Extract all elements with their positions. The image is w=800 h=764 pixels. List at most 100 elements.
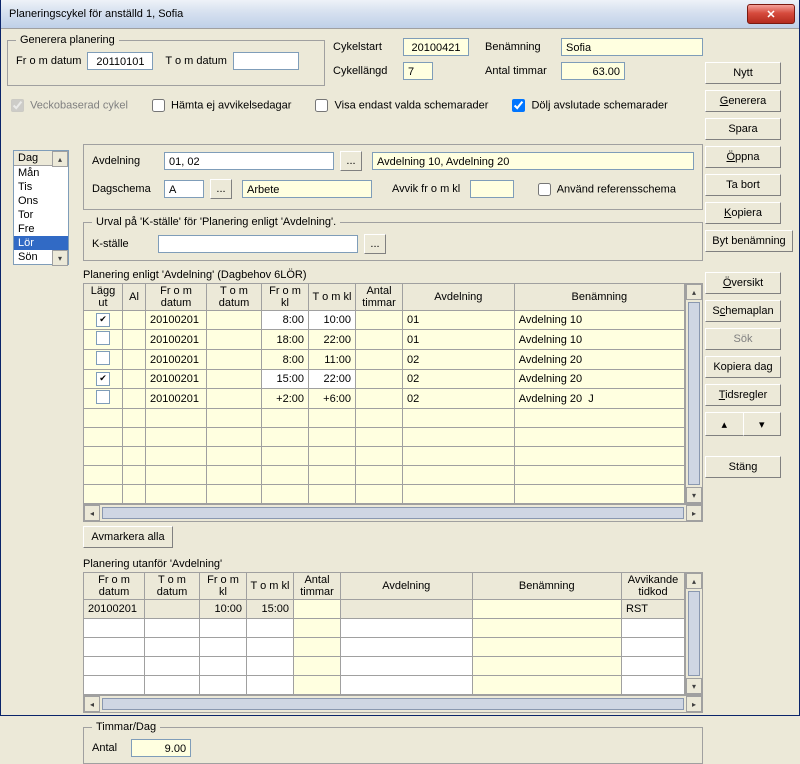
schemaplan-button[interactable]: Schemaplan: [705, 300, 781, 322]
byt-benamning-button[interactable]: Byt benämning: [705, 230, 793, 252]
day-list-header: Dag ▴: [14, 151, 68, 166]
dolj-avslutade-check[interactable]: Dölj avslutade schemarader: [508, 96, 667, 115]
tidsregler-button[interactable]: Tidsregler: [705, 384, 781, 406]
kstalle-input[interactable]: [158, 235, 358, 253]
generera-button[interactable]: Generera: [705, 90, 781, 112]
scroll-down-icon[interactable]: ▾: [686, 678, 702, 694]
planering1-hscroll[interactable]: ◂ ▸: [83, 504, 703, 522]
anvand-ref-check[interactable]: Använd referensschema: [534, 180, 676, 199]
visa-valda-check[interactable]: Visa endast valda schemarader: [311, 96, 488, 115]
planering2-vscroll[interactable]: ▴ ▾: [685, 572, 703, 695]
table-row[interactable]: 20100201+2:00+6:0002Avdelning 20 J: [84, 389, 685, 409]
cykellangd-input[interactable]: 7: [403, 62, 433, 80]
day-son[interactable]: Sön ▾: [14, 250, 68, 264]
planering2-hscroll[interactable]: ◂ ▸: [83, 695, 703, 713]
day-fre[interactable]: Fre: [14, 222, 68, 236]
scroll-thumb[interactable]: [102, 507, 684, 519]
scroll-right-icon[interactable]: ▸: [686, 505, 702, 521]
day-list-up[interactable]: ▴: [52, 151, 68, 167]
col2-benamning: Benämning: [472, 573, 621, 600]
antaltimmar-input[interactable]: 63.00: [561, 62, 625, 80]
oppna-button[interactable]: Öppna: [705, 146, 781, 168]
cykelstart-input[interactable]: 20100421: [403, 38, 469, 56]
hamta-ej-check[interactable]: Hämta ej avvikelsedagar: [148, 96, 292, 115]
table-row[interactable]: [84, 619, 685, 638]
scroll-right-icon[interactable]: ▸: [686, 696, 702, 712]
table-row[interactable]: [84, 466, 685, 485]
generera-fieldset: Generera planering Fr o m datum 20110101…: [7, 34, 325, 86]
day-ons[interactable]: Ons: [14, 194, 68, 208]
oversikt-button[interactable]: Översikt: [705, 272, 781, 294]
antal-label: Antal: [92, 742, 117, 754]
day-tis[interactable]: Tis: [14, 180, 68, 194]
scroll-down-icon[interactable]: ▾: [686, 487, 702, 503]
col-tomdatum: T o m datum: [207, 284, 262, 311]
table-row[interactable]: [84, 638, 685, 657]
nytt-button[interactable]: Nytt: [705, 62, 781, 84]
spara-button[interactable]: Spara: [705, 118, 781, 140]
antal-value: 9.00: [131, 739, 191, 757]
sok-button[interactable]: Sök: [705, 328, 781, 350]
scroll-thumb[interactable]: [102, 698, 684, 710]
table-row[interactable]: 2010020118:0022:0001Avdelning 10: [84, 330, 685, 350]
table-row[interactable]: [84, 409, 685, 428]
planering2-section: Planering utanför 'Avdelning' Fr o m dat…: [83, 558, 703, 713]
scroll-left-icon[interactable]: ◂: [84, 696, 100, 712]
scroll-thumb[interactable]: [688, 302, 700, 485]
avmarkera-button[interactable]: Avmarkera alla: [83, 526, 173, 548]
window: Planeringscykel för anställd 1, Sofia ✕ …: [0, 0, 800, 716]
col2-avdelning: Avdelning: [341, 573, 473, 600]
scroll-up-icon[interactable]: ▴: [686, 573, 702, 589]
up-button[interactable]: ▴: [705, 412, 743, 436]
avdelning-input[interactable]: 01, 02: [164, 152, 334, 170]
chevron-up-icon: ▴: [58, 155, 62, 164]
day-lor[interactable]: Lör: [14, 236, 68, 250]
col2-fromkl: Fr o m kl: [200, 573, 247, 600]
avvik-input[interactable]: [470, 180, 514, 198]
day-list-down[interactable]: ▾: [52, 250, 68, 266]
scroll-up-icon[interactable]: ▴: [686, 284, 702, 300]
to-input[interactable]: [233, 52, 299, 70]
from-input[interactable]: 20110101: [87, 52, 153, 70]
dagschema-input[interactable]: A: [164, 180, 204, 198]
planering1-section: Planering enligt 'Avdelning' (Dagbehov 6…: [83, 269, 703, 548]
table-row[interactable]: [84, 676, 685, 695]
scroll-thumb[interactable]: [688, 591, 700, 676]
benamning-input[interactable]: Sofia: [561, 38, 703, 56]
kopiera-dag-button[interactable]: Kopiera dag: [705, 356, 781, 378]
benamning-label: Benämning: [485, 41, 555, 53]
planering1-vscroll[interactable]: ▴ ▾: [685, 283, 703, 504]
table-row[interactable]: [84, 657, 685, 676]
dagschema-browse[interactable]: ...: [210, 179, 232, 199]
table-row[interactable]: 201002018:0011:0002Avdelning 20: [84, 350, 685, 370]
table-row[interactable]: [84, 447, 685, 466]
scroll-left-icon[interactable]: ◂: [84, 505, 100, 521]
veckobaserad-check[interactable]: Veckobaserad cykel: [7, 96, 128, 115]
avdelning-browse[interactable]: ...: [340, 151, 362, 171]
stang-button[interactable]: Stäng: [705, 456, 781, 478]
table-row[interactable]: ✔201002018:0010:0001Avdelning 10: [84, 311, 685, 330]
table-row[interactable]: ✔2010020115:0022:0002Avdelning 20: [84, 370, 685, 389]
kstalle-browse[interactable]: ...: [364, 234, 386, 254]
day-tor[interactable]: Tor: [14, 208, 68, 222]
col2-tomdatum: T o m datum: [145, 573, 200, 600]
triangle-up-icon: ▴: [721, 418, 727, 431]
avvik-label: Avvik fr o m kl: [392, 183, 460, 195]
planering2-table[interactable]: Fr o m datum T o m datum Fr o m kl T o m…: [83, 572, 685, 695]
triangle-down-icon: ▾: [759, 418, 765, 431]
planering1-table[interactable]: Lägg ut Al Fr o m datum T o m datum Fr o…: [83, 283, 685, 504]
kopiera-button[interactable]: Kopiera: [705, 202, 781, 224]
down-button[interactable]: ▾: [743, 412, 782, 436]
day-mon[interactable]: Mån: [14, 166, 68, 180]
col-avdelning: Avdelning: [403, 284, 515, 311]
table-row[interactable]: 2010020110:0015:00RST: [84, 600, 685, 619]
col-benamning: Benämning: [514, 284, 684, 311]
col-laggut: Lägg ut: [84, 284, 123, 311]
antaltimmar-label: Antal timmar: [485, 65, 555, 77]
table-row[interactable]: [84, 485, 685, 504]
day-list[interactable]: Dag ▴ Mån Tis Ons Tor Fre Lör Sön ▾: [13, 150, 69, 265]
tabort-button[interactable]: Ta bort: [705, 174, 781, 196]
col2-fromdatum: Fr o m datum: [84, 573, 145, 600]
table-row[interactable]: [84, 428, 685, 447]
close-button[interactable]: ✕: [747, 4, 795, 24]
